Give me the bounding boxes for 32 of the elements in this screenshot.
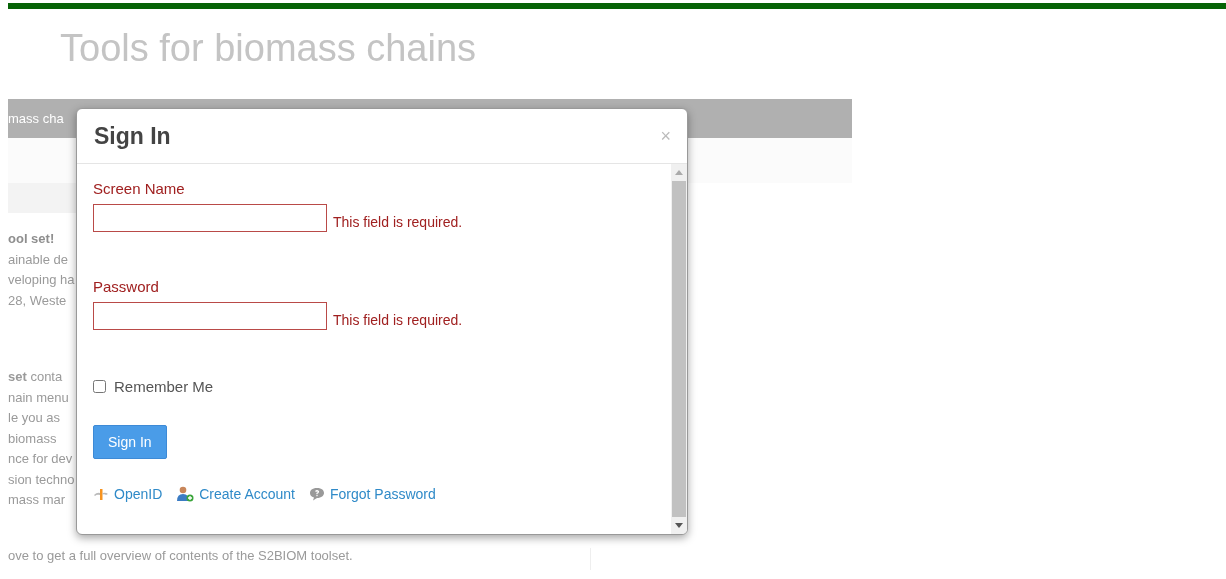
- text-line: nain menu: [8, 388, 70, 407]
- text-line: mass mar: [8, 491, 67, 509]
- page-title: Tools for biomass chains: [59, 34, 478, 62]
- text-line: 28, Weste: [8, 291, 68, 310]
- text-line: biomass: [8, 429, 58, 448]
- sign-in-button[interactable]: Sign In: [93, 425, 167, 459]
- text-line: sion techno: [8, 470, 74, 489]
- text-line: set conta: [8, 368, 64, 386]
- error-message: This field is required.: [333, 214, 463, 230]
- field-label: Password: [93, 278, 160, 295]
- remember-checkbox[interactable]: [93, 380, 106, 393]
- text-line: ainable de: [8, 250, 69, 269]
- text-line: le you as: [8, 409, 62, 427]
- scrollbar[interactable]: [671, 164, 687, 534]
- checkbox-label: Remember Me: [114, 378, 214, 395]
- speech-bubble-icon: [309, 487, 325, 501]
- section-heading: ool set!: [8, 230, 56, 248]
- link[interactable]: OpenID: [114, 486, 163, 502]
- input-field[interactable]: [93, 204, 327, 232]
- user-add-icon: [176, 486, 195, 502]
- text-line: nce for dev: [8, 450, 74, 468]
- field-label: Screen Name: [93, 180, 186, 197]
- openid-icon: [93, 487, 109, 501]
- nav-link[interactable]: mass cha: [8, 111, 64, 126]
- text-line: ove to get a full overview of contents of the S2BIOM toolset.: [8, 547, 354, 563]
- link[interactable]: Forgot Password: [330, 486, 436, 502]
- error-message: This field is required.: [333, 312, 463, 328]
- text-line: veloping ha: [8, 271, 74, 289]
- close-button[interactable]: ×: [660, 125, 671, 147]
- input-field[interactable]: [93, 302, 327, 330]
- dialog-title: Sign In: [94, 122, 171, 150]
- link[interactable]: Create Account: [199, 486, 295, 502]
